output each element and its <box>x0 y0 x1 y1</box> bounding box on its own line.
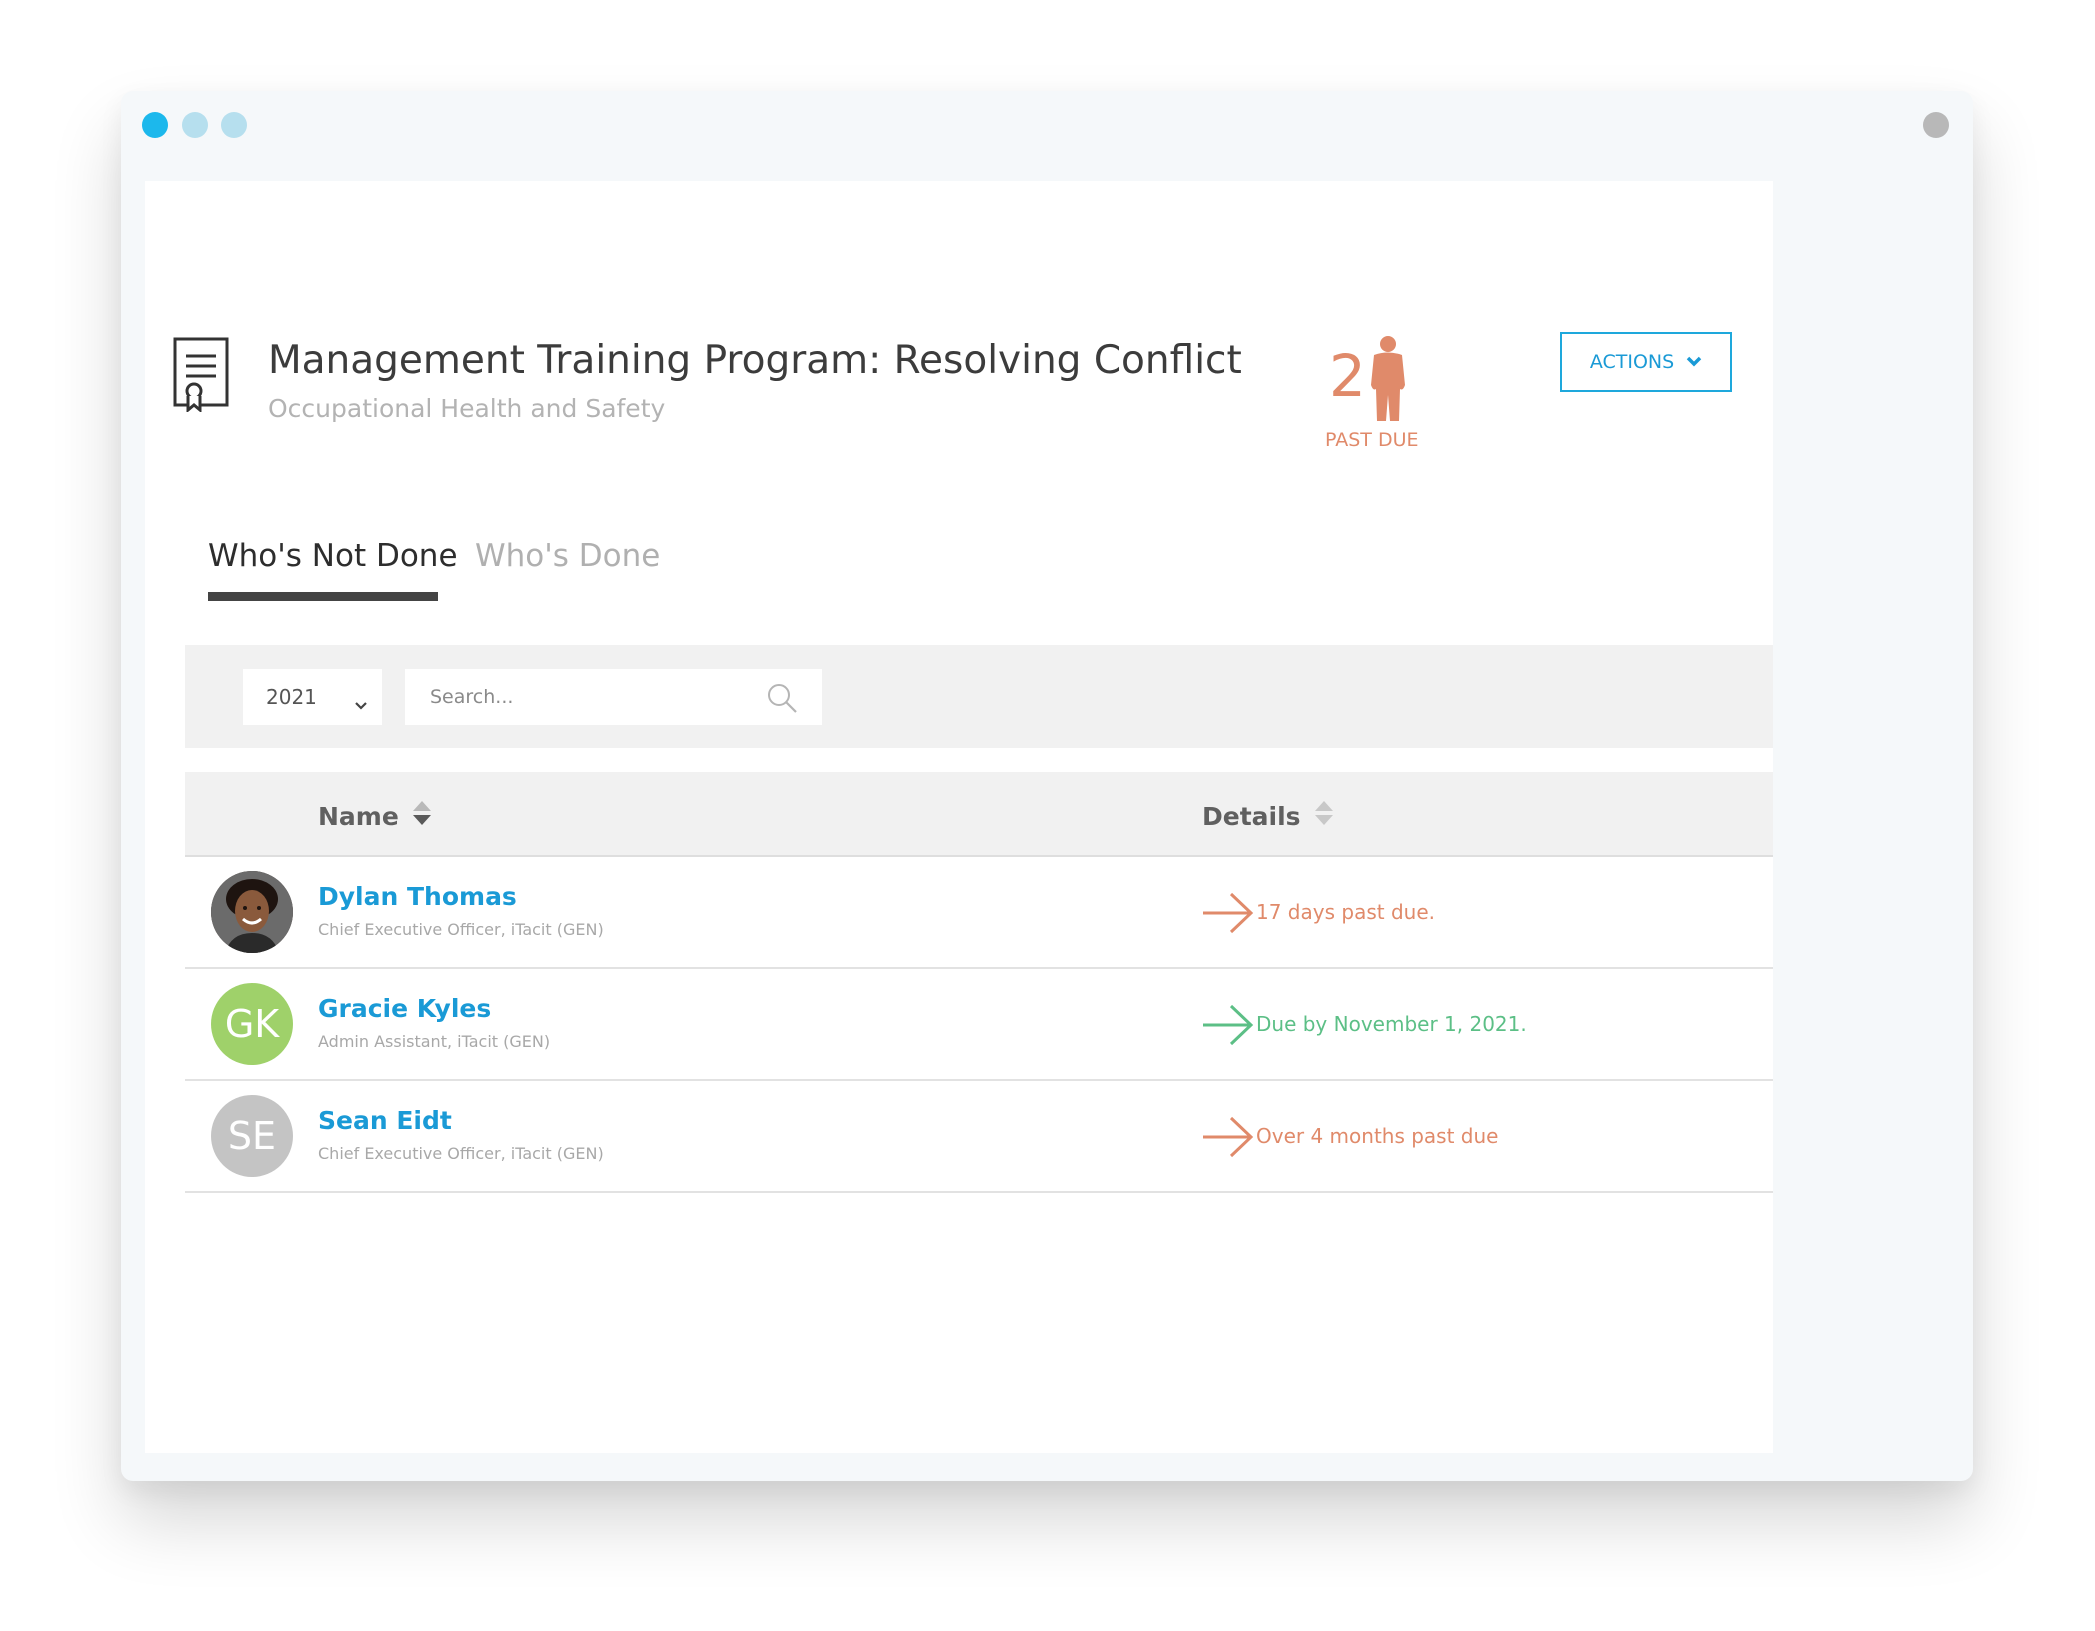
column-header-details-label: Details <box>1202 801 1301 831</box>
table-row[interactable]: GK Gracie Kyles Admin Assistant, iTacit … <box>185 969 1773 1081</box>
person-role: Chief Executive Officer, iTacit (GEN) <box>318 1144 604 1163</box>
detail-status: Over 4 months past due <box>1256 1124 1499 1148</box>
window-menu-dot[interactable] <box>1923 112 1949 138</box>
person-role: Chief Executive Officer, iTacit (GEN) <box>318 920 604 939</box>
column-header-name[interactable]: Name <box>318 798 433 834</box>
arrow-right-icon <box>1201 1115 1255 1159</box>
avatar: SE <box>211 1095 293 1177</box>
past-due-label: PAST DUE <box>1325 429 1419 451</box>
actions-button-label: ACTIONS <box>1589 351 1675 373</box>
person-name-link[interactable]: Gracie Kyles <box>318 994 491 1023</box>
window-maximize-dot[interactable] <box>221 112 247 138</box>
year-select[interactable]: 2021 <box>243 669 382 725</box>
window-minimize-dot[interactable] <box>182 112 208 138</box>
content-panel: Management Training Program: Resolving C… <box>145 181 1773 1453</box>
detail-status: 17 days past due. <box>1256 900 1435 924</box>
page-title: Management Training Program: Resolving C… <box>268 338 1242 383</box>
sort-icon[interactable] <box>411 798 433 834</box>
browser-window: Management Training Program: Resolving C… <box>121 91 1973 1481</box>
past-due-count: 2 <box>1329 342 1366 410</box>
chevron-down-icon <box>1686 356 1702 368</box>
arrow-right-icon <box>1201 1003 1255 1047</box>
person-silhouette-icon <box>1369 335 1407 421</box>
search-input[interactable] <box>428 685 752 709</box>
page-subtitle: Occupational Health and Safety <box>268 394 666 423</box>
person-name-link[interactable]: Sean Eidt <box>318 1106 452 1135</box>
column-header-name-label: Name <box>318 801 399 831</box>
avatar-initials: GK <box>224 1002 280 1046</box>
avatar-initials: SE <box>227 1114 277 1158</box>
avatar: GK <box>211 983 293 1065</box>
search-box <box>405 669 822 725</box>
active-tab-indicator <box>208 592 438 601</box>
search-icon[interactable] <box>766 682 798 718</box>
year-select-value: 2021 <box>266 685 317 709</box>
person-role: Admin Assistant, iTacit (GEN) <box>318 1032 551 1051</box>
column-header-details[interactable]: Details <box>1202 798 1335 834</box>
detail-status: Due by November 1, 2021. <box>1256 1012 1527 1036</box>
person-name-link[interactable]: Dylan Thomas <box>318 882 517 911</box>
avatar <box>211 871 293 953</box>
table-row[interactable]: Dylan Thomas Chief Executive Officer, iT… <box>185 857 1773 969</box>
chevron-down-icon <box>354 692 368 716</box>
certificate-document-icon <box>172 336 232 412</box>
actions-button[interactable]: ACTIONS <box>1560 332 1732 392</box>
sort-icon[interactable] <box>1313 798 1335 834</box>
table-header: Name Details <box>185 772 1773 857</box>
filter-bar: 2021 <box>185 645 1773 748</box>
tab-whos-done[interactable]: Who's Done <box>475 538 660 574</box>
window-close-dot[interactable] <box>142 112 168 138</box>
table-row[interactable]: SE Sean Eidt Chief Executive Officer, iT… <box>185 1081 1773 1193</box>
arrow-right-icon <box>1201 891 1255 935</box>
tab-whos-not-done[interactable]: Who's Not Done <box>208 538 458 574</box>
